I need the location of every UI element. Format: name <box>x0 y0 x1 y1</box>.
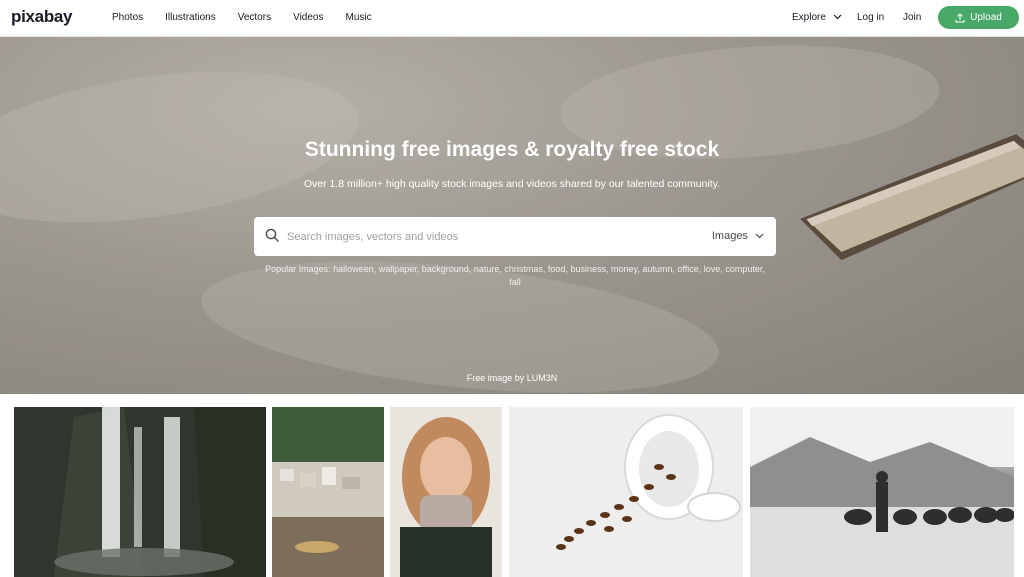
gallery-photo-coffee[interactable] <box>509 407 743 577</box>
gallery-photo-woman-scarf[interactable] <box>390 407 502 577</box>
popular-term[interactable]: background <box>422 264 469 274</box>
hero-subtitle: Over 1.8 million+ high quality stock ima… <box>303 178 721 190</box>
hero-banner: Stunning free images & royalty free stoc… <box>0 37 1024 394</box>
herder-graphic <box>750 407 1014 577</box>
chevron-down-icon <box>833 14 842 20</box>
nav-vectors[interactable]: Vectors <box>238 12 271 23</box>
popular-term[interactable]: love <box>704 264 721 274</box>
coffee-graphic <box>509 407 743 577</box>
nav-illustrations[interactable]: Illustrations <box>165 12 216 23</box>
explore-dropdown[interactable]: Explore <box>792 12 842 23</box>
nav-photos[interactable]: Photos <box>112 12 143 23</box>
search-icon[interactable] <box>265 228 280 243</box>
popular-term[interactable]: christmas <box>504 264 543 274</box>
main-nav: Photos Illustrations Vectors Videos Musi… <box>112 12 394 23</box>
join-link[interactable]: Join <box>903 12 921 23</box>
popular-term[interactable]: food <box>548 264 566 274</box>
search-type-dropdown[interactable]: Images <box>712 230 764 242</box>
popular-term[interactable]: wallpaper <box>379 264 417 274</box>
upload-icon <box>955 12 965 23</box>
popular-term[interactable]: money <box>611 264 637 274</box>
popular-prefix: Popular Images: <box>265 264 331 274</box>
login-link[interactable]: Log in <box>857 12 884 23</box>
popular-term[interactable]: office <box>677 264 698 274</box>
pixabay-logo[interactable]: pixabay <box>11 7 73 27</box>
popular-term[interactable]: computer <box>725 264 762 274</box>
nav-music[interactable]: Music <box>345 12 371 23</box>
search-bar: Images <box>254 217 776 256</box>
upload-label: Upload <box>970 12 1002 23</box>
search-input[interactable] <box>287 226 687 247</box>
hero-overlay <box>0 37 1024 394</box>
credit-author-link[interactable]: LUM3N <box>527 373 558 383</box>
popular-term[interactable]: fall <box>509 277 521 287</box>
popular-searches: Popular Images: halloween, wallpaper, ba… <box>265 264 765 287</box>
image-gallery <box>0 407 1024 577</box>
search-type-label: Images <box>711 230 748 242</box>
upload-button[interactable]: Upload <box>938 6 1019 29</box>
woman-graphic <box>390 407 502 577</box>
village-graphic <box>272 407 384 577</box>
nav-videos[interactable]: Videos <box>293 12 323 23</box>
explore-label: Explore <box>792 12 826 23</box>
gallery-photo-village[interactable] <box>272 407 384 577</box>
gallery-photo-herder[interactable] <box>750 407 1014 577</box>
top-navbar: pixabay Photos Illustrations Vectors Vid… <box>0 0 1024 37</box>
waterfall-graphic <box>14 407 266 577</box>
gallery-photo-waterfall[interactable] <box>14 407 266 577</box>
credit-prefix: Free image by <box>466 373 525 383</box>
popular-term[interactable]: autumn <box>642 264 672 274</box>
popular-term[interactable]: nature <box>474 264 500 274</box>
hero-title: Stunning free images & royalty free stoc… <box>304 138 720 161</box>
chevron-down-icon <box>755 233 764 239</box>
image-credit: Free image by LUM3N <box>0 373 1024 383</box>
popular-term[interactable]: business <box>570 264 606 274</box>
popular-term[interactable]: halloween <box>333 264 374 274</box>
